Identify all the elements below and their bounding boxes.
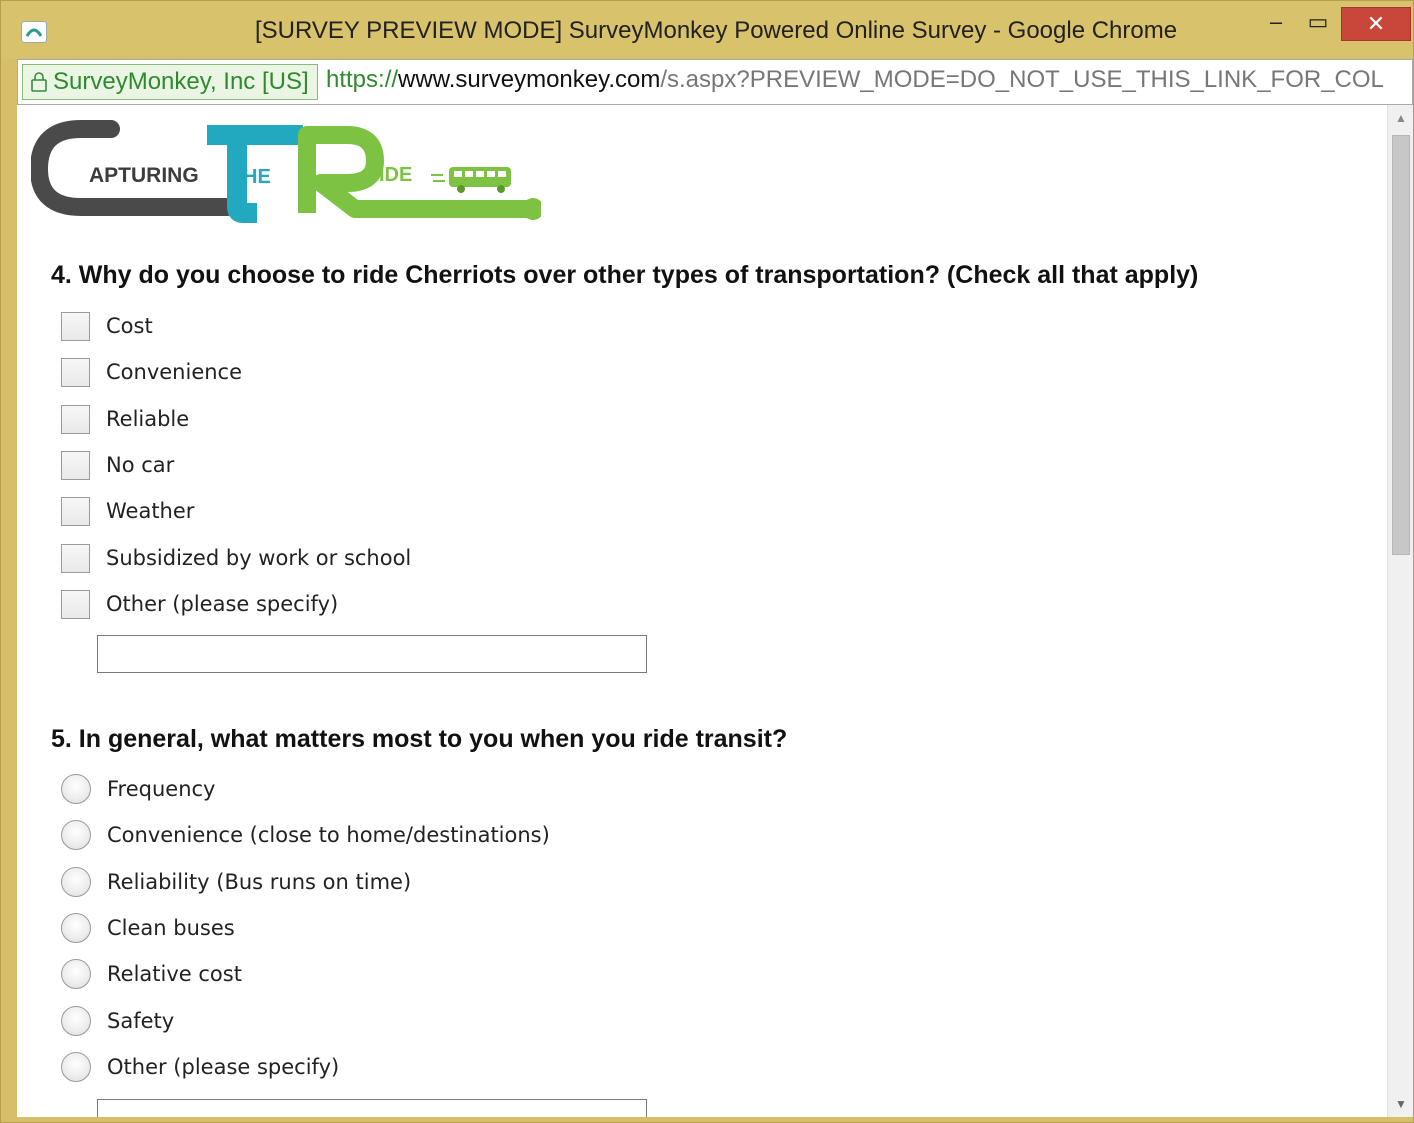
capturing-the-ride-logo: APTURING HE IDE [31, 120, 541, 223]
option-safety[interactable]: Safety [61, 1005, 174, 1037]
option-label: Other (please specify) [106, 592, 339, 616]
option-frequency[interactable]: Frequency [61, 773, 216, 805]
option-label: Convenience (close to home/destinations) [107, 823, 550, 847]
ev-certificate-badge[interactable]: SurveyMonkey, Inc [US] [22, 64, 318, 100]
logo-text-ide: IDE [379, 164, 412, 186]
window-title: [SURVEY PREVIEW MODE] SurveyMonkey Power… [254, 17, 1178, 44]
url-field[interactable]: https://www.surveymonkey.com/s.aspx?PREV… [326, 66, 1414, 94]
page-viewport: APTURING HE IDE 4. Why do you choose to … [17, 105, 1413, 1117]
maximize-button[interactable]: ▭ [1301, 7, 1335, 37]
minimize-button[interactable]: – [1259, 7, 1293, 37]
browser-window: [SURVEY PREVIEW MODE] SurveyMonkey Power… [0, 0, 1414, 1123]
logo-text-apturing: APTURING [89, 164, 199, 187]
option-label: Reliability (Bus runs on time) [107, 870, 412, 894]
url-path: /s.aspx?PREVIEW_MODE=DO_NOT_USE_THIS_LIN… [660, 66, 1384, 93]
address-bar[interactable]: SurveyMonkey, Inc [US] https://www.surve… [17, 59, 1413, 105]
radio-button[interactable] [61, 959, 91, 989]
option-label: Reliable [106, 407, 190, 431]
checkbox[interactable] [61, 311, 90, 341]
checkbox[interactable] [61, 543, 90, 573]
option-label: Subsidized by work or school [106, 546, 412, 570]
option-other[interactable]: Other (please specify) [61, 588, 338, 620]
scroll-down-arrow-icon[interactable]: ▼ [1388, 1097, 1413, 1111]
option-subsidized[interactable]: Subsidized by work or school [61, 542, 411, 574]
option-label: Weather [106, 499, 195, 523]
option-label: No car [106, 453, 175, 477]
url-scheme: https:// [326, 66, 399, 93]
ev-label: SurveyMonkey, Inc [US] [53, 68, 309, 95]
option-label: Relative cost [107, 962, 242, 986]
option-label: Clean buses [107, 916, 235, 940]
checkbox[interactable] [61, 496, 90, 526]
option-cost[interactable]: Cost [61, 310, 153, 342]
title-bar: [SURVEY PREVIEW MODE] SurveyMonkey Power… [1, 1, 1413, 59]
option-label: Frequency [107, 777, 216, 801]
logo-text-he: HE [243, 166, 271, 188]
option-convenience[interactable]: Convenience [61, 356, 242, 388]
scroll-up-arrow-icon[interactable]: ▲ [1388, 111, 1413, 125]
checkbox[interactable] [61, 589, 90, 619]
option-other-q5[interactable]: Other (please specify) [61, 1051, 339, 1083]
option-reliable[interactable]: Reliable [61, 403, 189, 435]
lock-icon [31, 72, 47, 92]
option-no-car[interactable]: No car [61, 449, 174, 481]
radio-button[interactable] [61, 774, 91, 804]
other-specify-input-q4[interactable] [97, 635, 647, 673]
option-clean-buses[interactable]: Clean buses [61, 912, 235, 944]
option-weather[interactable]: Weather [61, 495, 194, 527]
vertical-scrollbar[interactable]: ▲ ▼ [1387, 105, 1413, 1117]
radio-button[interactable] [61, 867, 91, 897]
close-button[interactable]: ✕ [1341, 7, 1411, 41]
scrollbar-thumb[interactable] [1392, 135, 1410, 555]
radio-button[interactable] [61, 1052, 91, 1082]
other-specify-input-q5[interactable] [97, 1099, 647, 1117]
option-relative-cost[interactable]: Relative cost [61, 958, 242, 990]
bus-icon [431, 167, 511, 193]
checkbox[interactable] [61, 450, 90, 480]
checkbox[interactable] [61, 404, 90, 434]
checkbox[interactable] [61, 357, 90, 387]
option-label: Other (please specify) [107, 1055, 340, 1079]
radio-button[interactable] [61, 1006, 91, 1036]
question-5-title: 5. In general, what matters most to you … [51, 725, 788, 753]
option-label: Safety [107, 1009, 175, 1033]
url-host: www.surveymonkey.com [398, 66, 661, 93]
option-reliability[interactable]: Reliability (Bus runs on time) [61, 866, 411, 898]
radio-button[interactable] [61, 913, 91, 943]
option-convenience-close[interactable]: Convenience (close to home/destinations) [61, 819, 550, 851]
question-4-title: 4. Why do you choose to ride Cherriots o… [51, 261, 1199, 289]
radio-button[interactable] [61, 820, 91, 850]
option-label: Convenience [106, 360, 243, 384]
option-label: Cost [106, 314, 153, 338]
